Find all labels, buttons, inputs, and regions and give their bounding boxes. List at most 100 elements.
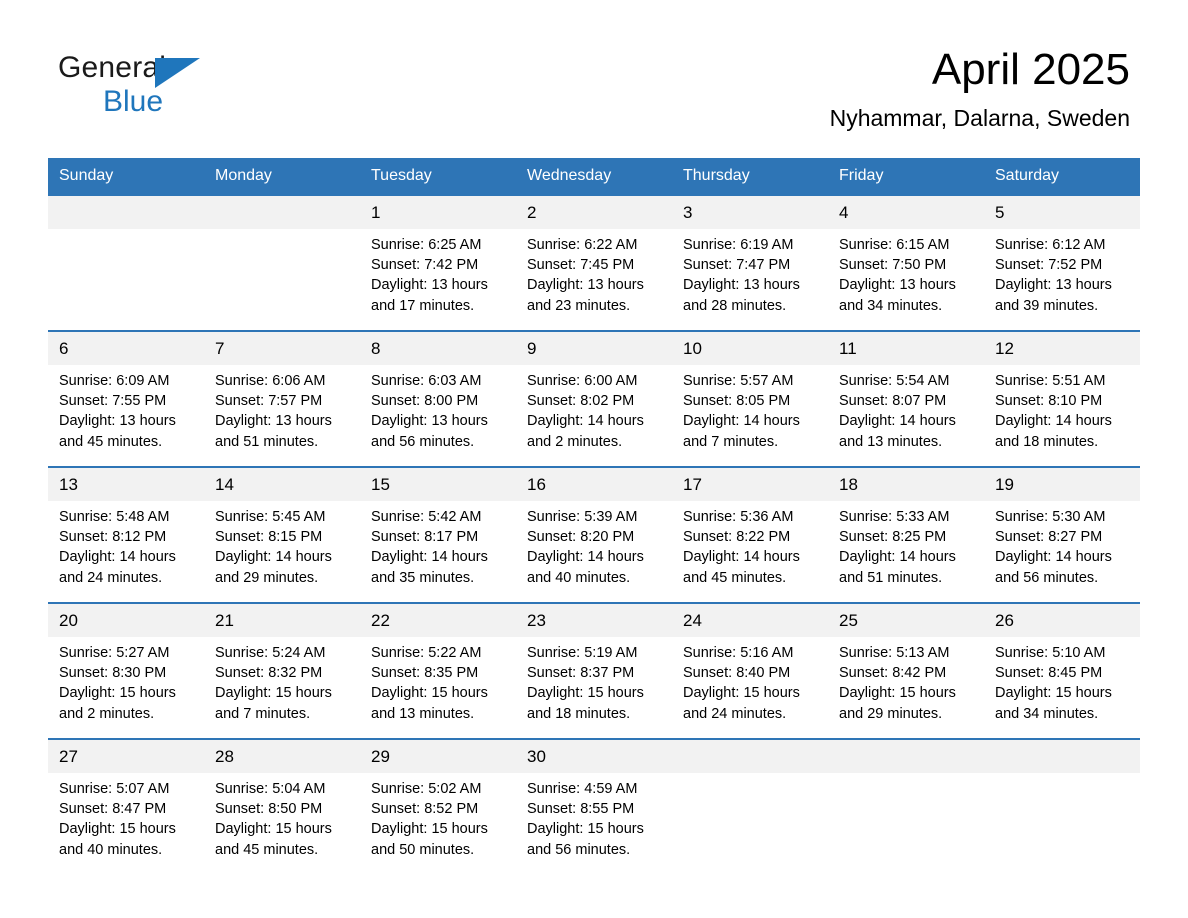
week-daynum-band: 13 14 15 16 17 18 19: [48, 468, 1140, 501]
daylight-text: Daylight: 14 hours and 51 minutes.: [839, 549, 956, 586]
sunset-text: Sunset: 7:47 PM: [683, 257, 791, 274]
sunrise-text: Sunrise: 5:13 AM: [839, 645, 950, 661]
day-cell[interactable]: Sunrise: 5:33 AM Sunset: 8:25 PM Dayligh…: [828, 501, 984, 602]
day-number[interactable]: 9: [516, 332, 672, 365]
day-cell[interactable]: Sunrise: 5:48 AM Sunset: 8:12 PM Dayligh…: [48, 501, 204, 602]
day-cell[interactable]: Sunrise: 5:02 AM Sunset: 8:52 PM Dayligh…: [360, 773, 516, 874]
sunset-text: Sunset: 8:10 PM: [995, 393, 1103, 410]
day-cell[interactable]: Sunrise: 5:13 AM Sunset: 8:42 PM Dayligh…: [828, 637, 984, 738]
day-cell[interactable]: Sunrise: 5:54 AM Sunset: 8:07 PM Dayligh…: [828, 365, 984, 466]
day-number[interactable]: 22: [360, 604, 516, 637]
day-number[interactable]: 23: [516, 604, 672, 637]
day-cell[interactable]: [828, 773, 984, 874]
day-cell[interactable]: Sunrise: 4:59 AM Sunset: 8:55 PM Dayligh…: [516, 773, 672, 874]
day-cell[interactable]: [984, 773, 1140, 874]
day-cell[interactable]: Sunrise: 5:19 AM Sunset: 8:37 PM Dayligh…: [516, 637, 672, 738]
day-cell[interactable]: Sunrise: 6:22 AM Sunset: 7:45 PM Dayligh…: [516, 229, 672, 330]
day-cell[interactable]: [204, 229, 360, 330]
day-number[interactable]: 24: [672, 604, 828, 637]
sunset-text: Sunset: 8:45 PM: [995, 665, 1103, 682]
day-number[interactable]: 21: [204, 604, 360, 637]
day-cell[interactable]: Sunrise: 5:04 AM Sunset: 8:50 PM Dayligh…: [204, 773, 360, 874]
day-cell[interactable]: Sunrise: 5:24 AM Sunset: 8:32 PM Dayligh…: [204, 637, 360, 738]
day-number[interactable]: 14: [204, 468, 360, 501]
day-number[interactable]: 1: [360, 196, 516, 229]
daylight-text: Daylight: 13 hours and 17 minutes.: [371, 277, 488, 314]
day-cell[interactable]: Sunrise: 5:51 AM Sunset: 8:10 PM Dayligh…: [984, 365, 1140, 466]
day-number[interactable]: 13: [48, 468, 204, 501]
day-number[interactable]: [984, 740, 1140, 773]
day-cell[interactable]: Sunrise: 6:19 AM Sunset: 7:47 PM Dayligh…: [672, 229, 828, 330]
day-cell[interactable]: [672, 773, 828, 874]
sunrise-text: Sunrise: 6:00 AM: [527, 373, 638, 389]
day-cell[interactable]: Sunrise: 6:06 AM Sunset: 7:57 PM Dayligh…: [204, 365, 360, 466]
day-cell[interactable]: Sunrise: 6:15 AM Sunset: 7:50 PM Dayligh…: [828, 229, 984, 330]
general-blue-logo[interactable]: General Blue: [58, 52, 318, 132]
calendar-week-row: 20 21 22 23 24 25 26 Sunrise: 5:27 AM Su…: [48, 602, 1140, 738]
calendar-week-row: 13 14 15 16 17 18 19 Sunrise: 5:48 AM Su…: [48, 466, 1140, 602]
sunset-text: Sunset: 8:50 PM: [215, 801, 323, 818]
weekday-header-friday: Friday: [839, 167, 884, 184]
day-number[interactable]: 26: [984, 604, 1140, 637]
daylight-text: Daylight: 15 hours and 29 minutes.: [839, 685, 956, 722]
day-number[interactable]: 7: [204, 332, 360, 365]
daylight-text: Daylight: 14 hours and 7 minutes.: [683, 413, 800, 450]
sunset-text: Sunset: 8:00 PM: [371, 393, 479, 410]
day-number[interactable]: 3: [672, 196, 828, 229]
day-number[interactable]: [672, 740, 828, 773]
sunrise-text: Sunrise: 6:06 AM: [215, 373, 326, 389]
daylight-text: Daylight: 13 hours and 56 minutes.: [371, 413, 488, 450]
day-number[interactable]: 8: [360, 332, 516, 365]
day-number[interactable]: 18: [828, 468, 984, 501]
day-number[interactable]: 16: [516, 468, 672, 501]
day-cell[interactable]: Sunrise: 5:36 AM Sunset: 8:22 PM Dayligh…: [672, 501, 828, 602]
weekday-header-wednesday: Wednesday: [527, 167, 612, 184]
page-header: General Blue April 2025 Nyhammar, Dalarn…: [0, 0, 1188, 131]
day-cell[interactable]: Sunrise: 5:16 AM Sunset: 8:40 PM Dayligh…: [672, 637, 828, 738]
day-number[interactable]: 20: [48, 604, 204, 637]
day-number[interactable]: 17: [672, 468, 828, 501]
day-cell[interactable]: Sunrise: 5:07 AM Sunset: 8:47 PM Dayligh…: [48, 773, 204, 874]
day-number[interactable]: [48, 196, 204, 229]
day-number[interactable]: 27: [48, 740, 204, 773]
day-number[interactable]: 15: [360, 468, 516, 501]
daylight-text: Daylight: 15 hours and 45 minutes.: [215, 821, 332, 858]
daylight-text: Daylight: 15 hours and 56 minutes.: [527, 821, 644, 858]
day-number[interactable]: 25: [828, 604, 984, 637]
day-cell[interactable]: Sunrise: 5:27 AM Sunset: 8:30 PM Dayligh…: [48, 637, 204, 738]
day-number[interactable]: 30: [516, 740, 672, 773]
day-number[interactable]: [828, 740, 984, 773]
day-number[interactable]: 5: [984, 196, 1140, 229]
day-number[interactable]: 12: [984, 332, 1140, 365]
day-number[interactable]: 19: [984, 468, 1140, 501]
day-cell[interactable]: Sunrise: 5:10 AM Sunset: 8:45 PM Dayligh…: [984, 637, 1140, 738]
day-cell[interactable]: Sunrise: 6:00 AM Sunset: 8:02 PM Dayligh…: [516, 365, 672, 466]
day-number[interactable]: 28: [204, 740, 360, 773]
day-cell[interactable]: Sunrise: 5:42 AM Sunset: 8:17 PM Dayligh…: [360, 501, 516, 602]
day-cell[interactable]: Sunrise: 6:09 AM Sunset: 7:55 PM Dayligh…: [48, 365, 204, 466]
day-number[interactable]: 4: [828, 196, 984, 229]
weekday-header-thursday: Thursday: [683, 167, 750, 184]
day-number[interactable]: 29: [360, 740, 516, 773]
day-number[interactable]: 10: [672, 332, 828, 365]
day-number[interactable]: 2: [516, 196, 672, 229]
sunrise-text: Sunrise: 4:59 AM: [527, 781, 638, 797]
daylight-text: Daylight: 15 hours and 2 minutes.: [59, 685, 176, 722]
day-cell[interactable]: Sunrise: 6:03 AM Sunset: 8:00 PM Dayligh…: [360, 365, 516, 466]
daylight-text: Daylight: 14 hours and 45 minutes.: [683, 549, 800, 586]
day-cell[interactable]: Sunrise: 6:12 AM Sunset: 7:52 PM Dayligh…: [984, 229, 1140, 330]
day-cell[interactable]: Sunrise: 5:30 AM Sunset: 8:27 PM Dayligh…: [984, 501, 1140, 602]
sunrise-text: Sunrise: 5:16 AM: [683, 645, 794, 661]
sunset-text: Sunset: 8:55 PM: [527, 801, 635, 818]
day-cell[interactable]: Sunrise: 5:22 AM Sunset: 8:35 PM Dayligh…: [360, 637, 516, 738]
day-number[interactable]: 6: [48, 332, 204, 365]
day-cell[interactable]: Sunrise: 5:39 AM Sunset: 8:20 PM Dayligh…: [516, 501, 672, 602]
day-cell[interactable]: Sunrise: 5:45 AM Sunset: 8:15 PM Dayligh…: [204, 501, 360, 602]
day-number[interactable]: 11: [828, 332, 984, 365]
day-cell[interactable]: Sunrise: 6:25 AM Sunset: 7:42 PM Dayligh…: [360, 229, 516, 330]
location-subtitle: Nyhammar, Dalarna, Sweden: [829, 105, 1130, 131]
day-number[interactable]: [204, 196, 360, 229]
day-cell[interactable]: Sunrise: 5:57 AM Sunset: 8:05 PM Dayligh…: [672, 365, 828, 466]
daylight-text: Daylight: 13 hours and 34 minutes.: [839, 277, 956, 314]
day-cell[interactable]: [48, 229, 204, 330]
